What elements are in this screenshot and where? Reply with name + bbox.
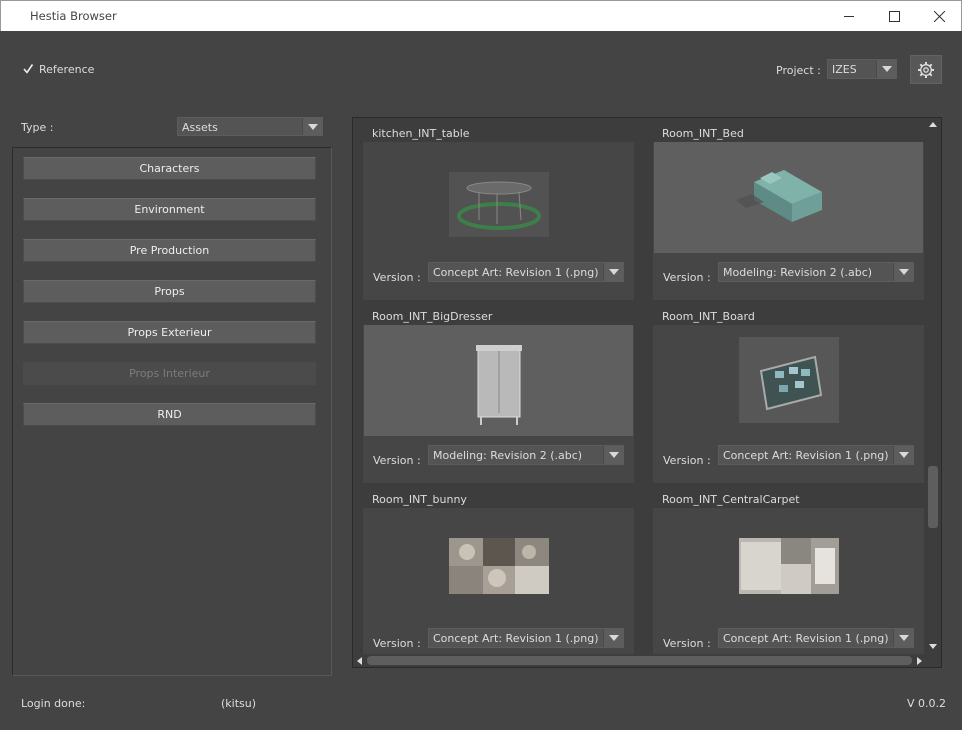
version-value: Modeling: Revision 2 (.abc) bbox=[723, 266, 873, 279]
user-text: (kitsu) bbox=[221, 697, 257, 710]
asset-thumbnail bbox=[739, 337, 839, 423]
asset-name: Room_INT_Board bbox=[662, 310, 755, 323]
scroll-up-icon[interactable] bbox=[928, 120, 938, 128]
reference-label[interactable]: Reference bbox=[39, 63, 94, 76]
version-label: Version : bbox=[663, 637, 711, 650]
window-title: Hestia Browser bbox=[30, 9, 117, 23]
chevron-down-icon bbox=[302, 118, 322, 135]
category-pre-production-button[interactable]: Pre Production bbox=[23, 239, 316, 262]
asset-thumbnail bbox=[449, 538, 549, 594]
chevron-down-icon bbox=[603, 629, 623, 647]
project-label: Project : bbox=[776, 64, 821, 77]
version-dropdown[interactable]: Concept Art: Revision 1 (.png) bbox=[718, 628, 914, 648]
version-dropdown[interactable]: Modeling: Revision 2 (.abc) bbox=[428, 445, 624, 465]
status-text: Login done: bbox=[21, 697, 86, 710]
close-icon bbox=[933, 10, 945, 22]
reference-checkbox[interactable] bbox=[22, 63, 34, 75]
main-window: Reference Project : IZES Type : Assets C… bbox=[1, 31, 961, 729]
version-text: V 0.0.2 bbox=[907, 697, 947, 710]
maximize-icon bbox=[888, 10, 900, 22]
version-label: Version : bbox=[373, 637, 421, 650]
type-label: Type : bbox=[21, 121, 54, 134]
version-dropdown[interactable]: Concept Art: Revision 1 (.png) bbox=[718, 445, 914, 465]
category-characters-button[interactable]: Characters bbox=[23, 157, 316, 180]
vertical-scroll-thumb[interactable] bbox=[928, 466, 938, 528]
chevron-down-icon bbox=[893, 629, 913, 647]
scroll-right-icon[interactable] bbox=[916, 656, 924, 666]
title-bar: Hestia Browser bbox=[0, 0, 962, 31]
chevron-down-icon bbox=[893, 446, 913, 464]
version-label: Version : bbox=[373, 271, 421, 284]
scroll-down-icon[interactable] bbox=[928, 643, 938, 651]
chevron-down-icon bbox=[603, 263, 623, 281]
asset-thumbnail bbox=[449, 172, 549, 237]
type-dropdown[interactable]: Assets bbox=[177, 117, 323, 136]
asset-name: Room_INT_bunny bbox=[372, 493, 467, 506]
horizontal-scroll-thumb[interactable] bbox=[367, 656, 912, 665]
type-value: Assets bbox=[182, 121, 218, 134]
version-label: Version : bbox=[373, 454, 421, 467]
maximize-button[interactable] bbox=[871, 1, 917, 31]
version-value: Concept Art: Revision 1 (.png) bbox=[433, 632, 599, 645]
asset-thumbnail bbox=[739, 538, 839, 594]
version-dropdown[interactable]: Concept Art: Revision 1 (.png) bbox=[428, 262, 624, 282]
version-value: Modeling: Revision 2 (.abc) bbox=[433, 449, 583, 462]
asset-thumbnail bbox=[654, 142, 923, 253]
category-environment-button[interactable]: Environment bbox=[23, 198, 316, 221]
asset-name: Room_INT_Bed bbox=[662, 127, 744, 140]
minimize-button[interactable] bbox=[826, 1, 872, 31]
version-label: Version : bbox=[663, 454, 711, 467]
asset-grid: kitchen_INT_table Version : Concept Art:… bbox=[352, 117, 942, 668]
asset-name: Room_INT_CentralCarpet bbox=[662, 493, 800, 506]
category-props-button[interactable]: Props bbox=[23, 280, 316, 303]
version-value: Concept Art: Revision 1 (.png) bbox=[723, 449, 889, 462]
category-props-interieur-button: Props Interieur bbox=[23, 362, 316, 385]
project-dropdown[interactable]: IZES bbox=[827, 59, 897, 79]
scroll-left-icon[interactable] bbox=[355, 656, 363, 666]
close-button[interactable] bbox=[916, 1, 962, 31]
version-value: Concept Art: Revision 1 (.png) bbox=[433, 266, 599, 279]
category-panel: Characters Environment Pre Production Pr… bbox=[12, 147, 332, 676]
version-label: Version : bbox=[663, 271, 711, 284]
minimize-icon bbox=[843, 15, 854, 17]
gear-icon bbox=[918, 61, 934, 78]
version-dropdown[interactable]: Concept Art: Revision 1 (.png) bbox=[428, 628, 624, 648]
category-rnd-button[interactable]: RND bbox=[23, 403, 316, 426]
category-props-exterieur-button[interactable]: Props Exterieur bbox=[23, 321, 316, 344]
chevron-down-icon bbox=[876, 60, 896, 78]
vertical-scrollbar[interactable] bbox=[926, 118, 940, 655]
asset-name: kitchen_INT_table bbox=[372, 127, 470, 140]
project-value: IZES bbox=[832, 63, 857, 76]
chevron-down-icon bbox=[603, 446, 623, 464]
settings-button[interactable] bbox=[910, 55, 942, 84]
chevron-down-icon bbox=[893, 263, 913, 281]
asset-thumbnail bbox=[364, 325, 633, 436]
version-value: Concept Art: Revision 1 (.png) bbox=[723, 632, 889, 645]
asset-name: Room_INT_BigDresser bbox=[372, 310, 493, 323]
version-dropdown[interactable]: Modeling: Revision 2 (.abc) bbox=[718, 262, 914, 282]
